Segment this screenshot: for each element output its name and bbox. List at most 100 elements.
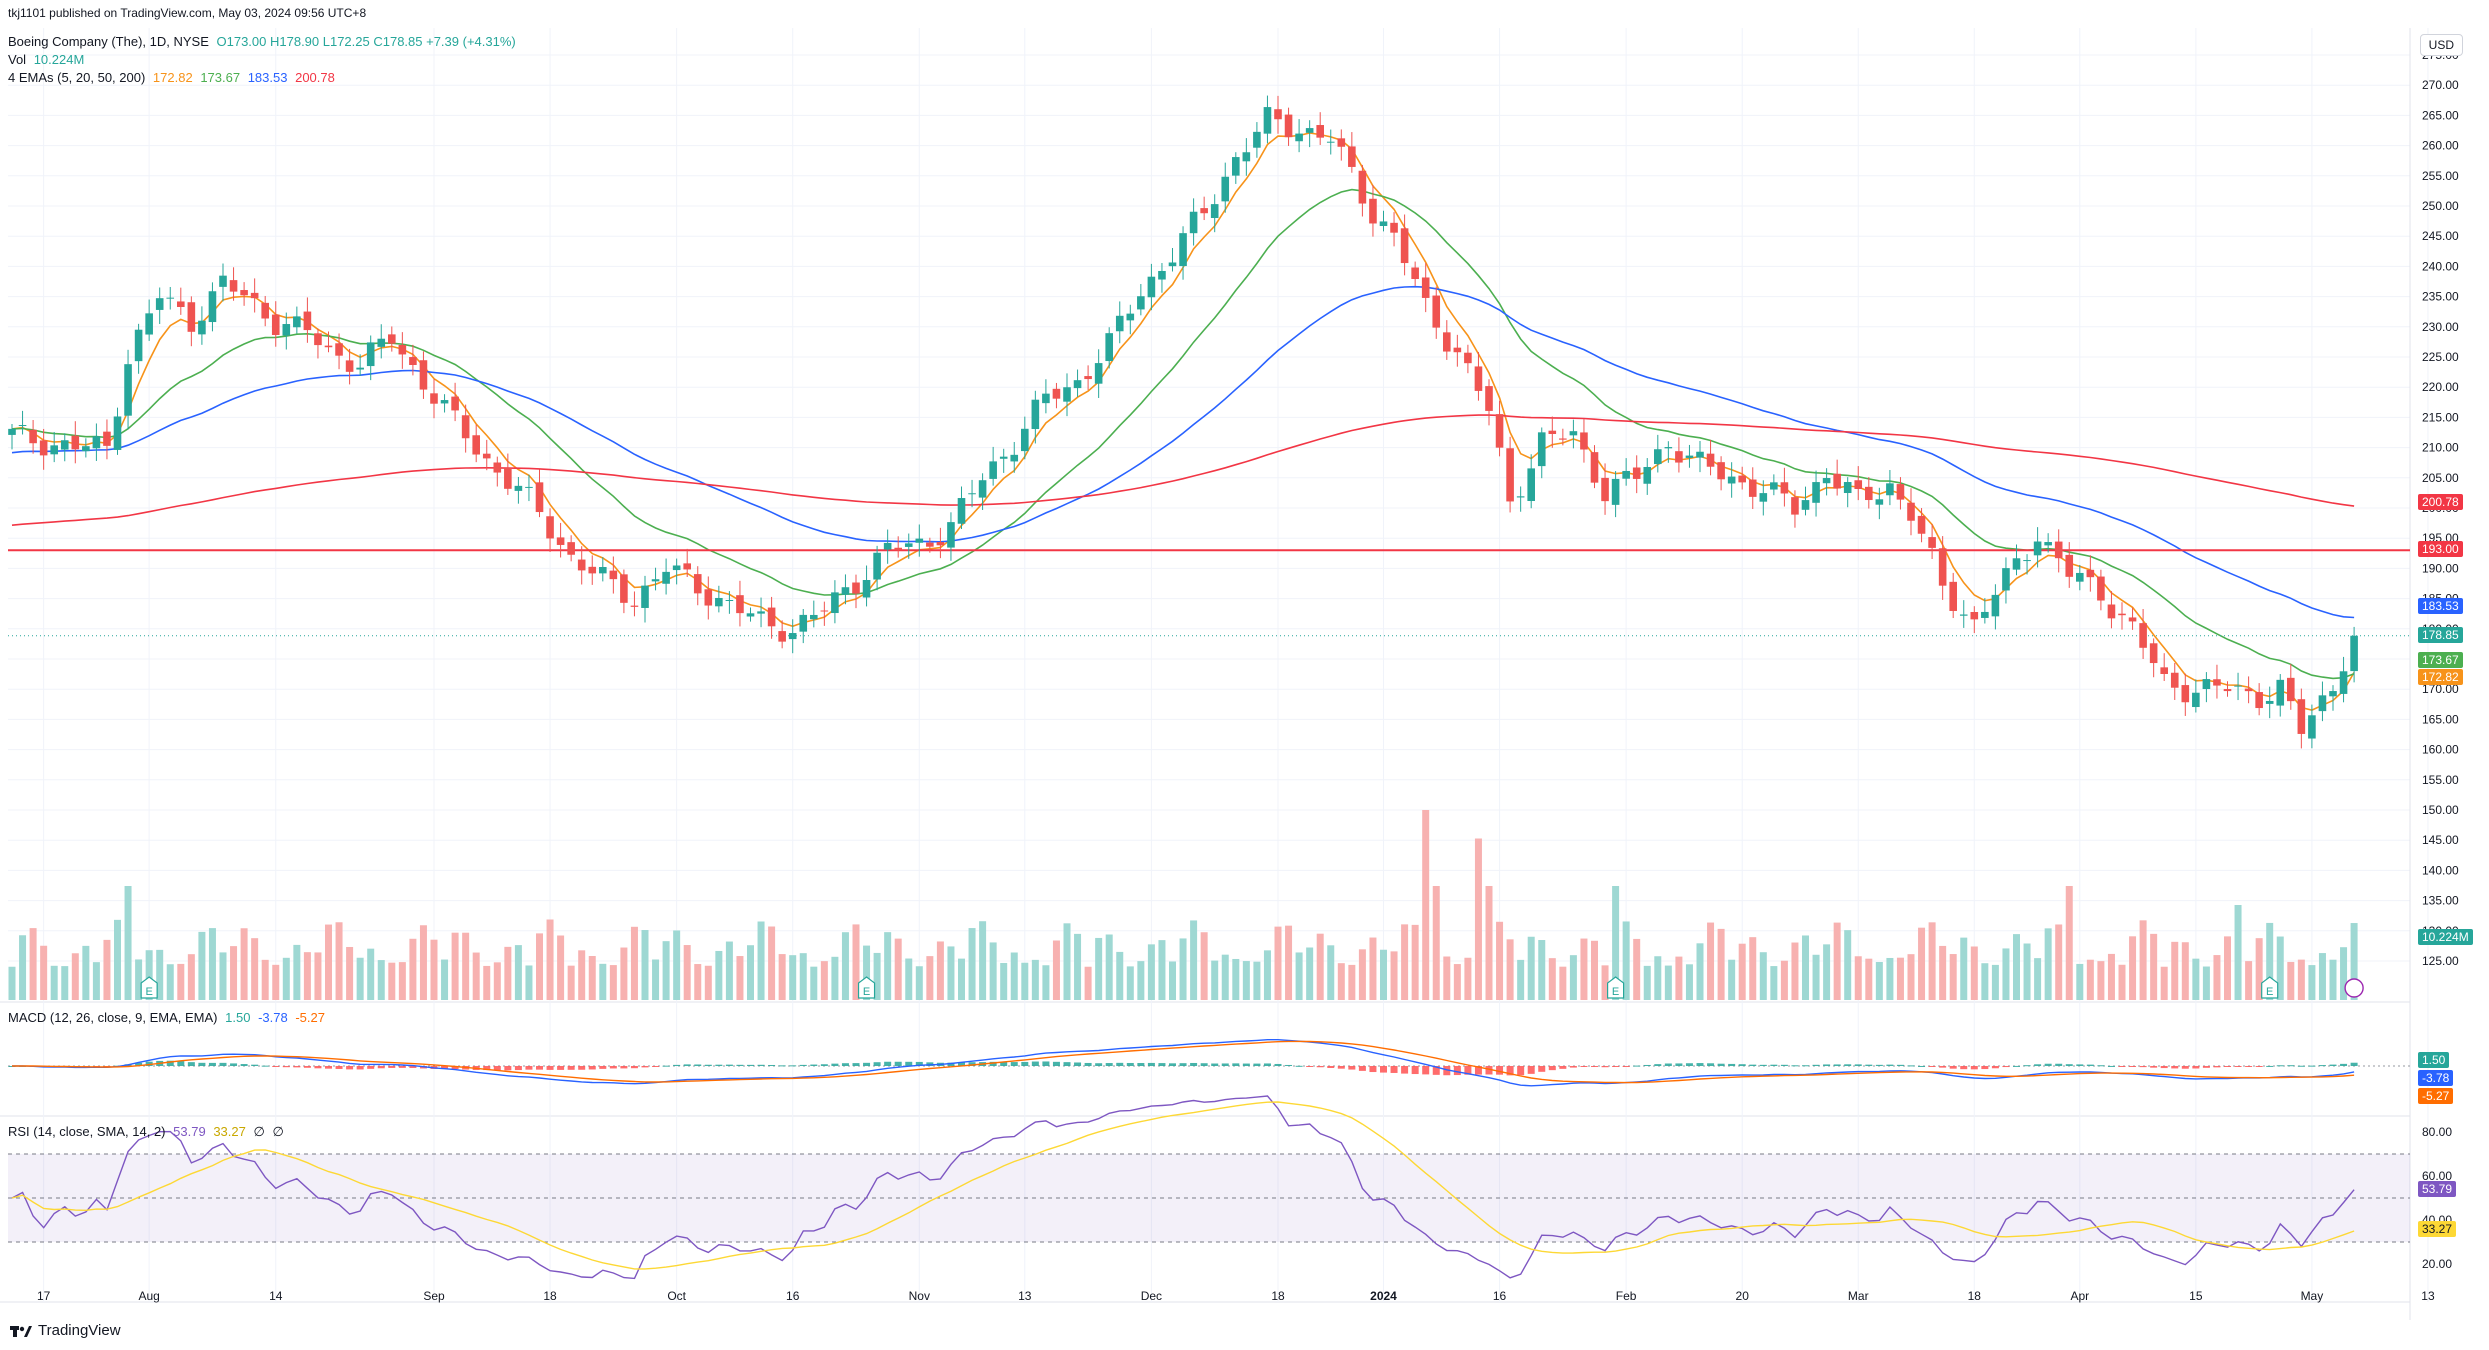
symbol-title[interactable]: Boeing Company (The), 1D, NYSE <box>8 34 209 49</box>
macd-histogram-bar <box>1612 1066 1620 1067</box>
candle-body <box>599 567 607 574</box>
volume-bar <box>472 952 480 1000</box>
macd-histogram-bar <box>1274 1063 1282 1066</box>
candle-body <box>1042 393 1050 404</box>
volume-bar <box>1116 951 1124 1000</box>
volume-bar <box>1717 928 1725 1000</box>
macd-histogram-bar <box>1263 1063 1271 1066</box>
volume-bar <box>1517 959 1525 1000</box>
volume-bar <box>1854 956 1862 1000</box>
volume-bar <box>1348 964 1356 1000</box>
candle-body <box>514 485 523 491</box>
volume-bars <box>8 810 2358 1000</box>
volume-bar <box>1327 945 1335 1000</box>
macd-label[interactable]: MACD (12, 26, close, 9, EMA, EMA) <box>8 1010 218 1025</box>
volume-bar <box>1464 957 1472 1000</box>
volume-bar <box>525 965 533 1000</box>
macd-histogram-bar <box>1200 1063 1208 1066</box>
candle-body <box>1326 141 1335 143</box>
ema5-line <box>11 132 2355 711</box>
rsi-extra-1: ∅ <box>253 1124 265 1139</box>
candle-body <box>1886 483 1894 496</box>
candle-body <box>1084 376 1092 380</box>
candle-body <box>1611 478 1620 505</box>
macd-histogram-bar <box>799 1064 807 1066</box>
macd-histogram-bar <box>2276 1065 2284 1067</box>
macd-histogram-bar <box>736 1064 744 1066</box>
volume-bar <box>1496 921 1504 1000</box>
candle-body <box>2107 604 2116 619</box>
volume-bar <box>1559 966 1567 1000</box>
candle-body <box>155 298 164 310</box>
macd-histogram-bar <box>747 1064 754 1066</box>
macd-histogram-bar <box>1169 1063 1176 1066</box>
volume-bar <box>1042 965 1050 1000</box>
volume-bar <box>367 948 375 1000</box>
volume-bar <box>325 924 332 1000</box>
volume-bar <box>778 954 786 1000</box>
volume-bar <box>1337 963 1345 1000</box>
candle-body <box>1316 125 1324 138</box>
candle-body <box>92 436 101 449</box>
candle-body <box>145 313 153 335</box>
candle-body <box>1643 466 1652 484</box>
candle-body <box>915 538 924 543</box>
macd-histogram-bar <box>303 1066 311 1068</box>
macd-histogram-bar <box>198 1062 206 1066</box>
volume-bar <box>736 956 744 1000</box>
candle-body <box>1991 594 2000 617</box>
macd-histogram-bar <box>2097 1065 2105 1067</box>
candle-body <box>440 400 449 404</box>
macd-histogram-bar <box>1042 1061 1050 1066</box>
volume-bar <box>757 921 765 1000</box>
macd-histogram-bar <box>1031 1061 1039 1066</box>
volume-bar <box>1770 966 1778 1000</box>
macd-histogram-bar <box>873 1062 881 1066</box>
ema-label[interactable]: 4 EMAs (5, 20, 50, 200) <box>8 70 145 85</box>
volume-bar <box>1380 949 1387 1000</box>
macd-histogram-bar <box>1190 1062 1198 1066</box>
horizontal-line-193 <box>8 549 2410 637</box>
tradingview-logo[interactable]: TradingView <box>10 1322 121 1339</box>
macd-histogram-bar <box>841 1063 849 1066</box>
candle-body <box>2255 692 2263 709</box>
chart-canvas[interactable]: 275.00270.00265.00260.00255.00250.00245.… <box>0 0 2489 1350</box>
volume-bar <box>958 958 965 1000</box>
candle-body <box>725 600 734 602</box>
candle-body <box>314 333 322 346</box>
vol-label[interactable]: Vol <box>8 52 26 67</box>
candle-body <box>2128 617 2137 622</box>
candle-body <box>904 543 913 547</box>
candle-body <box>630 605 639 607</box>
volume-bar <box>831 956 839 1000</box>
volume-bar <box>926 956 934 1000</box>
volume-bar <box>2129 936 2137 1000</box>
volume-bar <box>388 962 396 1000</box>
volume-bar <box>2224 936 2231 1000</box>
macd-histogram-bar <box>1918 1065 1926 1067</box>
macd-histogram-bar <box>1844 1064 1852 1066</box>
macd-histogram-bar <box>240 1064 248 1066</box>
macd-histogram-bar <box>1780 1064 1788 1066</box>
macd-histogram-bar <box>778 1065 786 1067</box>
candle-body <box>1105 333 1113 362</box>
currency-button[interactable]: USD <box>2419 34 2463 56</box>
volume-bar <box>968 928 976 1000</box>
volume-bar <box>293 944 301 1000</box>
candle-body <box>29 429 37 444</box>
candle-body <box>767 607 776 627</box>
macd-histogram-bar <box>1390 1066 1398 1073</box>
macd-histogram-bar <box>282 1066 290 1068</box>
macd-histogram-bar <box>1875 1064 1883 1066</box>
macd-histogram-bar <box>567 1066 575 1070</box>
candle-body <box>1337 138 1346 147</box>
volume-bar <box>979 921 987 1000</box>
macd-histogram-bar <box>1295 1065 1303 1067</box>
candle-body <box>1464 352 1472 364</box>
rsi-label[interactable]: RSI (14, close, SMA, 14, 2) <box>8 1124 166 1139</box>
candle-body <box>1569 431 1578 436</box>
volume-bar <box>1759 952 1767 1000</box>
price-tick-label: 135.00 <box>2422 894 2459 908</box>
macd-histogram-bar <box>1211 1063 1219 1066</box>
candle-body <box>1379 221 1388 226</box>
